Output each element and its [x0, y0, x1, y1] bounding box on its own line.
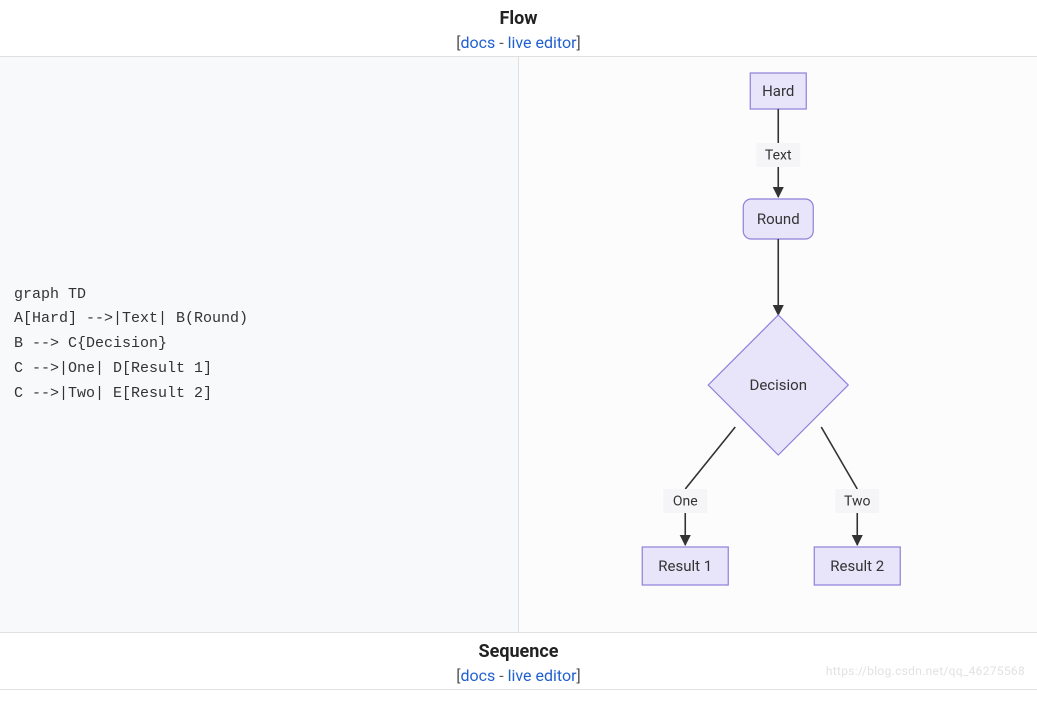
bracket-close: ]: [577, 666, 581, 685]
docs-link[interactable]: docs: [460, 33, 495, 52]
live-editor-link[interactable]: live editor: [508, 33, 577, 52]
diagram-panel: Hard Text Round Decision One Two: [519, 57, 1037, 632]
watermark: https://blog.csdn.net/qq_46275568: [826, 664, 1025, 678]
section-header-sequence: Sequence [docs - live editor]: [0, 633, 1037, 690]
bracket-close: ]: [577, 33, 581, 52]
link-separator: -: [495, 666, 507, 685]
edge-label-two: Two: [844, 494, 870, 510]
edge-c-e-1: [821, 427, 857, 489]
node-decision-label: Decision: [749, 376, 807, 394]
section-title: Flow: [0, 8, 1037, 29]
node-hard-label: Hard: [762, 82, 794, 100]
section-header-flow: Flow [docs - live editor]: [0, 0, 1037, 57]
docs-link[interactable]: docs: [460, 666, 495, 685]
code-block: graph TD A[Hard] -->|Text| B(Round) B --…: [14, 283, 248, 407]
node-round-label: Round: [756, 210, 799, 228]
edge-label-text: Text: [764, 148, 791, 164]
node-result-2-label: Result 2: [830, 557, 884, 575]
code-panel: graph TD A[Hard] -->|Text| B(Round) B --…: [0, 57, 519, 632]
edge-c-d-1: [685, 427, 735, 489]
node-result-1-label: Result 1: [658, 557, 712, 575]
edge-label-one: One: [672, 494, 697, 510]
live-editor-link[interactable]: live editor: [508, 666, 577, 685]
section-links: [docs - live editor]: [0, 33, 1037, 52]
link-separator: -: [495, 33, 507, 52]
section-title: Sequence: [0, 641, 1037, 662]
flow-panels: graph TD A[Hard] -->|Text| B(Round) B --…: [0, 57, 1037, 633]
flowchart-svg: Hard Text Round Decision One Two: [519, 57, 1037, 632]
